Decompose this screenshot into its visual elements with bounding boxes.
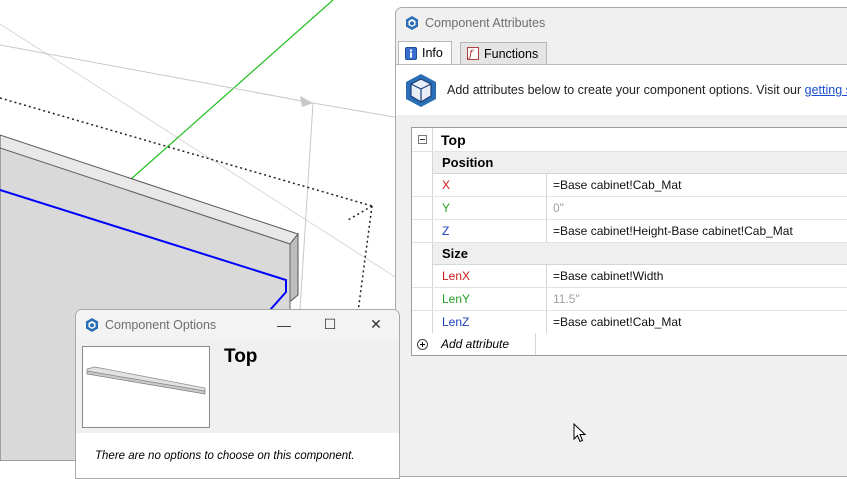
bounding-box-edge-3: [357, 205, 373, 313]
attribute-name[interactable]: Z: [433, 220, 547, 242]
mouse-cursor-icon: [573, 423, 587, 443]
section-gutter: [412, 152, 433, 174]
row-gutter: [412, 220, 433, 242]
component-options-window: Component Options — ☐ ✕ Top There are no…: [75, 309, 400, 479]
bounding-box-edge-2: [347, 205, 373, 221]
sketchup-logo-icon: [405, 15, 419, 30]
tab-info-label: Info: [422, 46, 443, 60]
attribute-name[interactable]: LenZ: [433, 311, 547, 333]
attribute-value[interactable]: 11.5": [547, 288, 847, 310]
attributes-grid: Top Position X =Base cabinet!Cab_Mat Y 0" Z =B…: [411, 127, 847, 356]
attribute-row[interactable]: Y 0": [412, 197, 847, 220]
component-thumbnail: [82, 346, 210, 428]
section-gutter: [412, 243, 433, 265]
info-message: Add attributes below to create your comp…: [447, 83, 805, 97]
component-attributes-window: Component Attributes Info ƒ Functions Ad…: [395, 7, 847, 477]
row-gutter: [412, 288, 433, 310]
section-header-row: Position: [412, 152, 847, 174]
attribute-name[interactable]: Y: [433, 197, 547, 219]
window-controls: — ☐ ✕: [261, 310, 399, 339]
function-icon: ƒ: [467, 47, 479, 60]
component-options-title: Top: [224, 346, 258, 367]
attribute-row[interactable]: LenY 11.5": [412, 288, 847, 311]
row-gutter: [412, 174, 433, 196]
section-title: Size: [433, 243, 847, 265]
component-header-row: Top: [412, 128, 847, 152]
attribute-row[interactable]: X =Base cabinet!Cab_Mat: [412, 174, 847, 197]
sections-container: Position X =Base cabinet!Cab_Mat Y 0" Z =Base …: [412, 152, 847, 333]
attribute-name[interactable]: LenX: [433, 265, 547, 287]
component-name: Top: [441, 131, 466, 148]
dimension-line: [0, 44, 314, 104]
add-attribute-label[interactable]: Add attribute: [432, 333, 536, 355]
info-icon: [405, 46, 417, 60]
options-header: Top: [76, 339, 399, 433]
no-options-message: There are no options to choose on this c…: [95, 450, 355, 462]
attribute-row[interactable]: Z =Base cabinet!Height-Base cabinet!Cab_M…: [412, 220, 847, 243]
getting-started-link[interactable]: getting st: [805, 83, 847, 97]
component-cube-icon: [403, 72, 439, 108]
options-window-title: Component Options: [105, 317, 217, 332]
attribute-row[interactable]: LenX =Base cabinet!Width: [412, 265, 847, 288]
add-attribute-value: [536, 333, 847, 355]
add-attribute-row[interactable]: Add attribute: [412, 333, 847, 355]
tab-info[interactable]: Info: [398, 41, 452, 64]
plus-circle-icon: [416, 338, 428, 350]
green-axis: [129, 0, 334, 181]
attribute-row[interactable]: LenZ =Base cabinet!Cab_Mat: [412, 311, 847, 333]
attributes-window-title: Component Attributes: [425, 15, 546, 30]
attribute-name[interactable]: X: [433, 174, 547, 196]
collapse-toggle[interactable]: [412, 128, 433, 151]
dimension-extension-2: [312, 102, 401, 119]
collapse-icon: [417, 135, 427, 144]
attribute-name[interactable]: LenY: [433, 288, 547, 310]
dimension-extension: [299, 102, 314, 311]
sketchup-logo-icon: [85, 317, 99, 332]
info-bar: Add attributes below to create your comp…: [396, 65, 847, 115]
maximize-button[interactable]: ☐: [307, 310, 353, 339]
attribute-value[interactable]: 0": [547, 197, 847, 219]
tab-bar: Info ƒ Functions: [396, 39, 847, 65]
attributes-titlebar[interactable]: Component Attributes: [396, 8, 847, 37]
attribute-value[interactable]: =Base cabinet!Cab_Mat: [547, 174, 847, 196]
close-button[interactable]: ✕: [353, 310, 399, 339]
row-gutter: [412, 265, 433, 287]
minimize-button[interactable]: —: [261, 310, 307, 339]
dimension-arrow: [300, 96, 313, 107]
attribute-value[interactable]: =Base cabinet!Height-Base cabinet!Cab_Ma…: [547, 220, 847, 242]
tab-functions[interactable]: ƒ Functions: [460, 42, 548, 64]
add-attribute-toggle[interactable]: [412, 333, 432, 355]
row-gutter: [412, 197, 433, 219]
attribute-value[interactable]: =Base cabinet!Width: [547, 265, 847, 287]
section-header-row: Size: [412, 243, 847, 265]
tab-functions-label: Functions: [484, 46, 539, 61]
info-text: Add attributes below to create your comp…: [447, 83, 847, 97]
row-gutter: [412, 311, 433, 333]
attribute-value[interactable]: =Base cabinet!Cab_Mat: [547, 311, 847, 333]
section-title: Position: [433, 152, 847, 174]
